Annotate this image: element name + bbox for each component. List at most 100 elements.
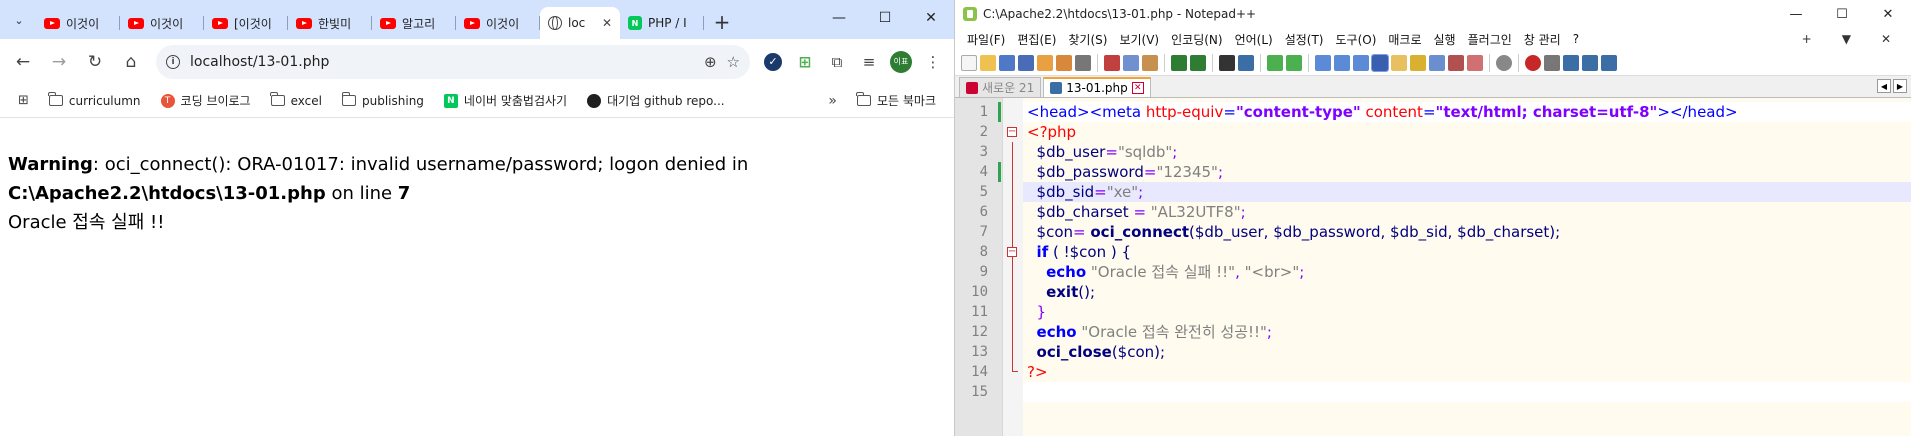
- play-macro-icon[interactable]: [1563, 54, 1579, 71]
- maximize-button[interactable]: ☐: [1819, 0, 1865, 28]
- menu-edit[interactable]: 편집(E): [1011, 31, 1062, 48]
- all-bookmarks-folder[interactable]: 모든 북마크: [849, 88, 944, 114]
- menu-plugins[interactable]: 플러그인: [1462, 31, 1518, 48]
- close-button[interactable]: ✕: [1865, 0, 1911, 28]
- new-file-icon[interactable]: [961, 54, 977, 71]
- bookmark-item[interactable]: N 네이버 맞춤법검사기: [436, 88, 575, 114]
- function-list-icon[interactable]: [1429, 54, 1445, 71]
- tab-search-button[interactable]: ⌄: [6, 7, 32, 33]
- folder-workspace-icon[interactable]: [1448, 54, 1464, 71]
- menu-help[interactable]: ?: [1567, 32, 1585, 46]
- close-all-icon[interactable]: [1056, 54, 1072, 71]
- reload-button[interactable]: ↻: [78, 45, 112, 79]
- minimize-button[interactable]: —: [1773, 0, 1819, 28]
- zoom-in-icon[interactable]: [1267, 54, 1283, 71]
- zoom-out-icon[interactable]: [1286, 54, 1302, 71]
- browser-tab[interactable]: 알고리: [372, 7, 456, 39]
- tab-scroll-left-icon[interactable]: ◀: [1877, 79, 1891, 93]
- browser-tab[interactable]: 한빛미: [288, 7, 372, 39]
- monitoring-icon[interactable]: [1467, 54, 1483, 71]
- menu-language[interactable]: 언어(L): [1229, 31, 1279, 48]
- doc-tab-active[interactable]: 13-01.php ✕: [1043, 77, 1151, 97]
- menu-macro[interactable]: 매크로: [1382, 31, 1427, 48]
- menu-search[interactable]: 찾기(S): [1062, 31, 1113, 48]
- profile-button[interactable]: 이표: [886, 47, 916, 77]
- bookmark-folder[interactable]: curriculumn: [41, 88, 149, 114]
- stop-macro-icon[interactable]: [1544, 54, 1560, 71]
- menu-view[interactable]: 보기(V): [1113, 31, 1165, 48]
- bookmark-folder[interactable]: excel: [263, 88, 330, 114]
- redo-icon[interactable]: [1190, 54, 1206, 71]
- list-docs-button[interactable]: ▼: [1836, 32, 1857, 46]
- new-tab-button[interactable]: +: [708, 8, 736, 36]
- media-controls-button[interactable]: ≡: [854, 47, 884, 77]
- close-icon[interactable]: [1037, 54, 1053, 71]
- print-icon[interactable]: [1075, 54, 1091, 71]
- back-button[interactable]: ←: [6, 45, 40, 79]
- apps-button[interactable]: ⊞: [10, 88, 37, 114]
- save-all-icon[interactable]: [1018, 54, 1034, 71]
- bookmark-star-icon[interactable]: ☆: [727, 53, 740, 71]
- bookmark-item[interactable]: 대기업 github repo...: [579, 88, 732, 114]
- home-button[interactable]: ⌂: [114, 45, 148, 79]
- fold-toggle-icon[interactable]: −: [1007, 247, 1017, 257]
- site-info-icon[interactable]: i: [166, 54, 180, 69]
- forward-button[interactable]: →: [42, 45, 76, 79]
- menu-file[interactable]: 파일(F): [961, 31, 1011, 48]
- menu-tools[interactable]: 도구(O): [1330, 31, 1383, 48]
- menu-window[interactable]: 창 관리: [1518, 31, 1567, 48]
- paste-icon[interactable]: [1142, 54, 1158, 71]
- bookmarks-overflow-button[interactable]: »: [820, 93, 845, 109]
- extensions-menu-button[interactable]: ⧉: [822, 47, 852, 77]
- browser-tab[interactable]: N PHP / I: [620, 7, 704, 39]
- url-text[interactable]: localhost/13-01.php: [190, 54, 694, 70]
- extension-button[interactable]: ⊞: [790, 47, 820, 77]
- browser-tab[interactable]: 이것이: [120, 7, 204, 39]
- find-icon[interactable]: [1219, 54, 1235, 71]
- open-file-icon[interactable]: [980, 54, 996, 71]
- close-tab-icon[interactable]: ✕: [602, 16, 612, 30]
- chrome-menu-button[interactable]: ⋮: [918, 47, 948, 77]
- record-macro-icon[interactable]: [1525, 54, 1541, 71]
- eye-icon[interactable]: [1496, 54, 1512, 71]
- play-multiple-icon[interactable]: [1582, 54, 1598, 71]
- show-all-chars-icon[interactable]: [1353, 54, 1369, 71]
- sync-scroll-icon[interactable]: [1315, 54, 1331, 71]
- close-tab-icon[interactable]: ✕: [1131, 82, 1144, 94]
- doc-map-icon[interactable]: [1410, 54, 1426, 71]
- browser-tab-active[interactable]: loc ✕: [540, 7, 620, 39]
- copy-icon[interactable]: [1123, 54, 1139, 71]
- menu-settings[interactable]: 설정(T): [1279, 31, 1330, 48]
- tab-scroll-right-icon[interactable]: ▶: [1893, 79, 1907, 93]
- bookmark-item[interactable]: T 코딩 브이로그: [153, 88, 259, 114]
- code-token: ;: [1240, 203, 1246, 221]
- menu-run[interactable]: 실행: [1428, 31, 1462, 48]
- replace-icon[interactable]: [1238, 54, 1254, 71]
- browser-tab[interactable]: 이것이: [36, 7, 120, 39]
- save-macro-icon[interactable]: [1601, 54, 1617, 71]
- word-wrap-icon[interactable]: [1334, 54, 1350, 71]
- undo-icon[interactable]: [1171, 54, 1187, 71]
- code-line: $db_password="12345";: [1023, 162, 1911, 182]
- maximize-button[interactable]: ☐: [862, 0, 908, 36]
- browser-tab[interactable]: 이것이: [456, 7, 540, 39]
- close-button[interactable]: ✕: [908, 0, 954, 36]
- address-bar[interactable]: i localhost/13-01.php ⊕ ☆: [156, 44, 750, 79]
- new-doc-button[interactable]: +: [1796, 32, 1818, 46]
- cut-icon[interactable]: [1104, 54, 1120, 71]
- zoom-icon[interactable]: ⊕: [704, 53, 717, 71]
- apps-grid-icon: ⊞: [18, 93, 29, 108]
- minimize-button[interactable]: —: [816, 0, 862, 36]
- code-text-area[interactable]: <head><meta http-equiv="content-type" co…: [998, 98, 1911, 436]
- doc-tab[interactable]: 새로운 21: [959, 77, 1042, 97]
- udl-icon[interactable]: [1391, 54, 1407, 71]
- close-doc-button[interactable]: ✕: [1875, 32, 1897, 46]
- menu-encoding[interactable]: 인코딩(N): [1165, 31, 1228, 48]
- bookmark-folder[interactable]: publishing: [334, 88, 432, 114]
- save-icon[interactable]: [999, 54, 1015, 71]
- browser-tab[interactable]: [이것이: [204, 7, 288, 39]
- indent-guide-icon[interactable]: [1371, 53, 1389, 72]
- code-editor[interactable]: 1 2 3 4 5 6 7 8 9 10 11 12 13 14 15 − − …: [955, 98, 1911, 436]
- extension-button[interactable]: ✓: [758, 47, 788, 77]
- fold-toggle-icon[interactable]: −: [1007, 127, 1017, 137]
